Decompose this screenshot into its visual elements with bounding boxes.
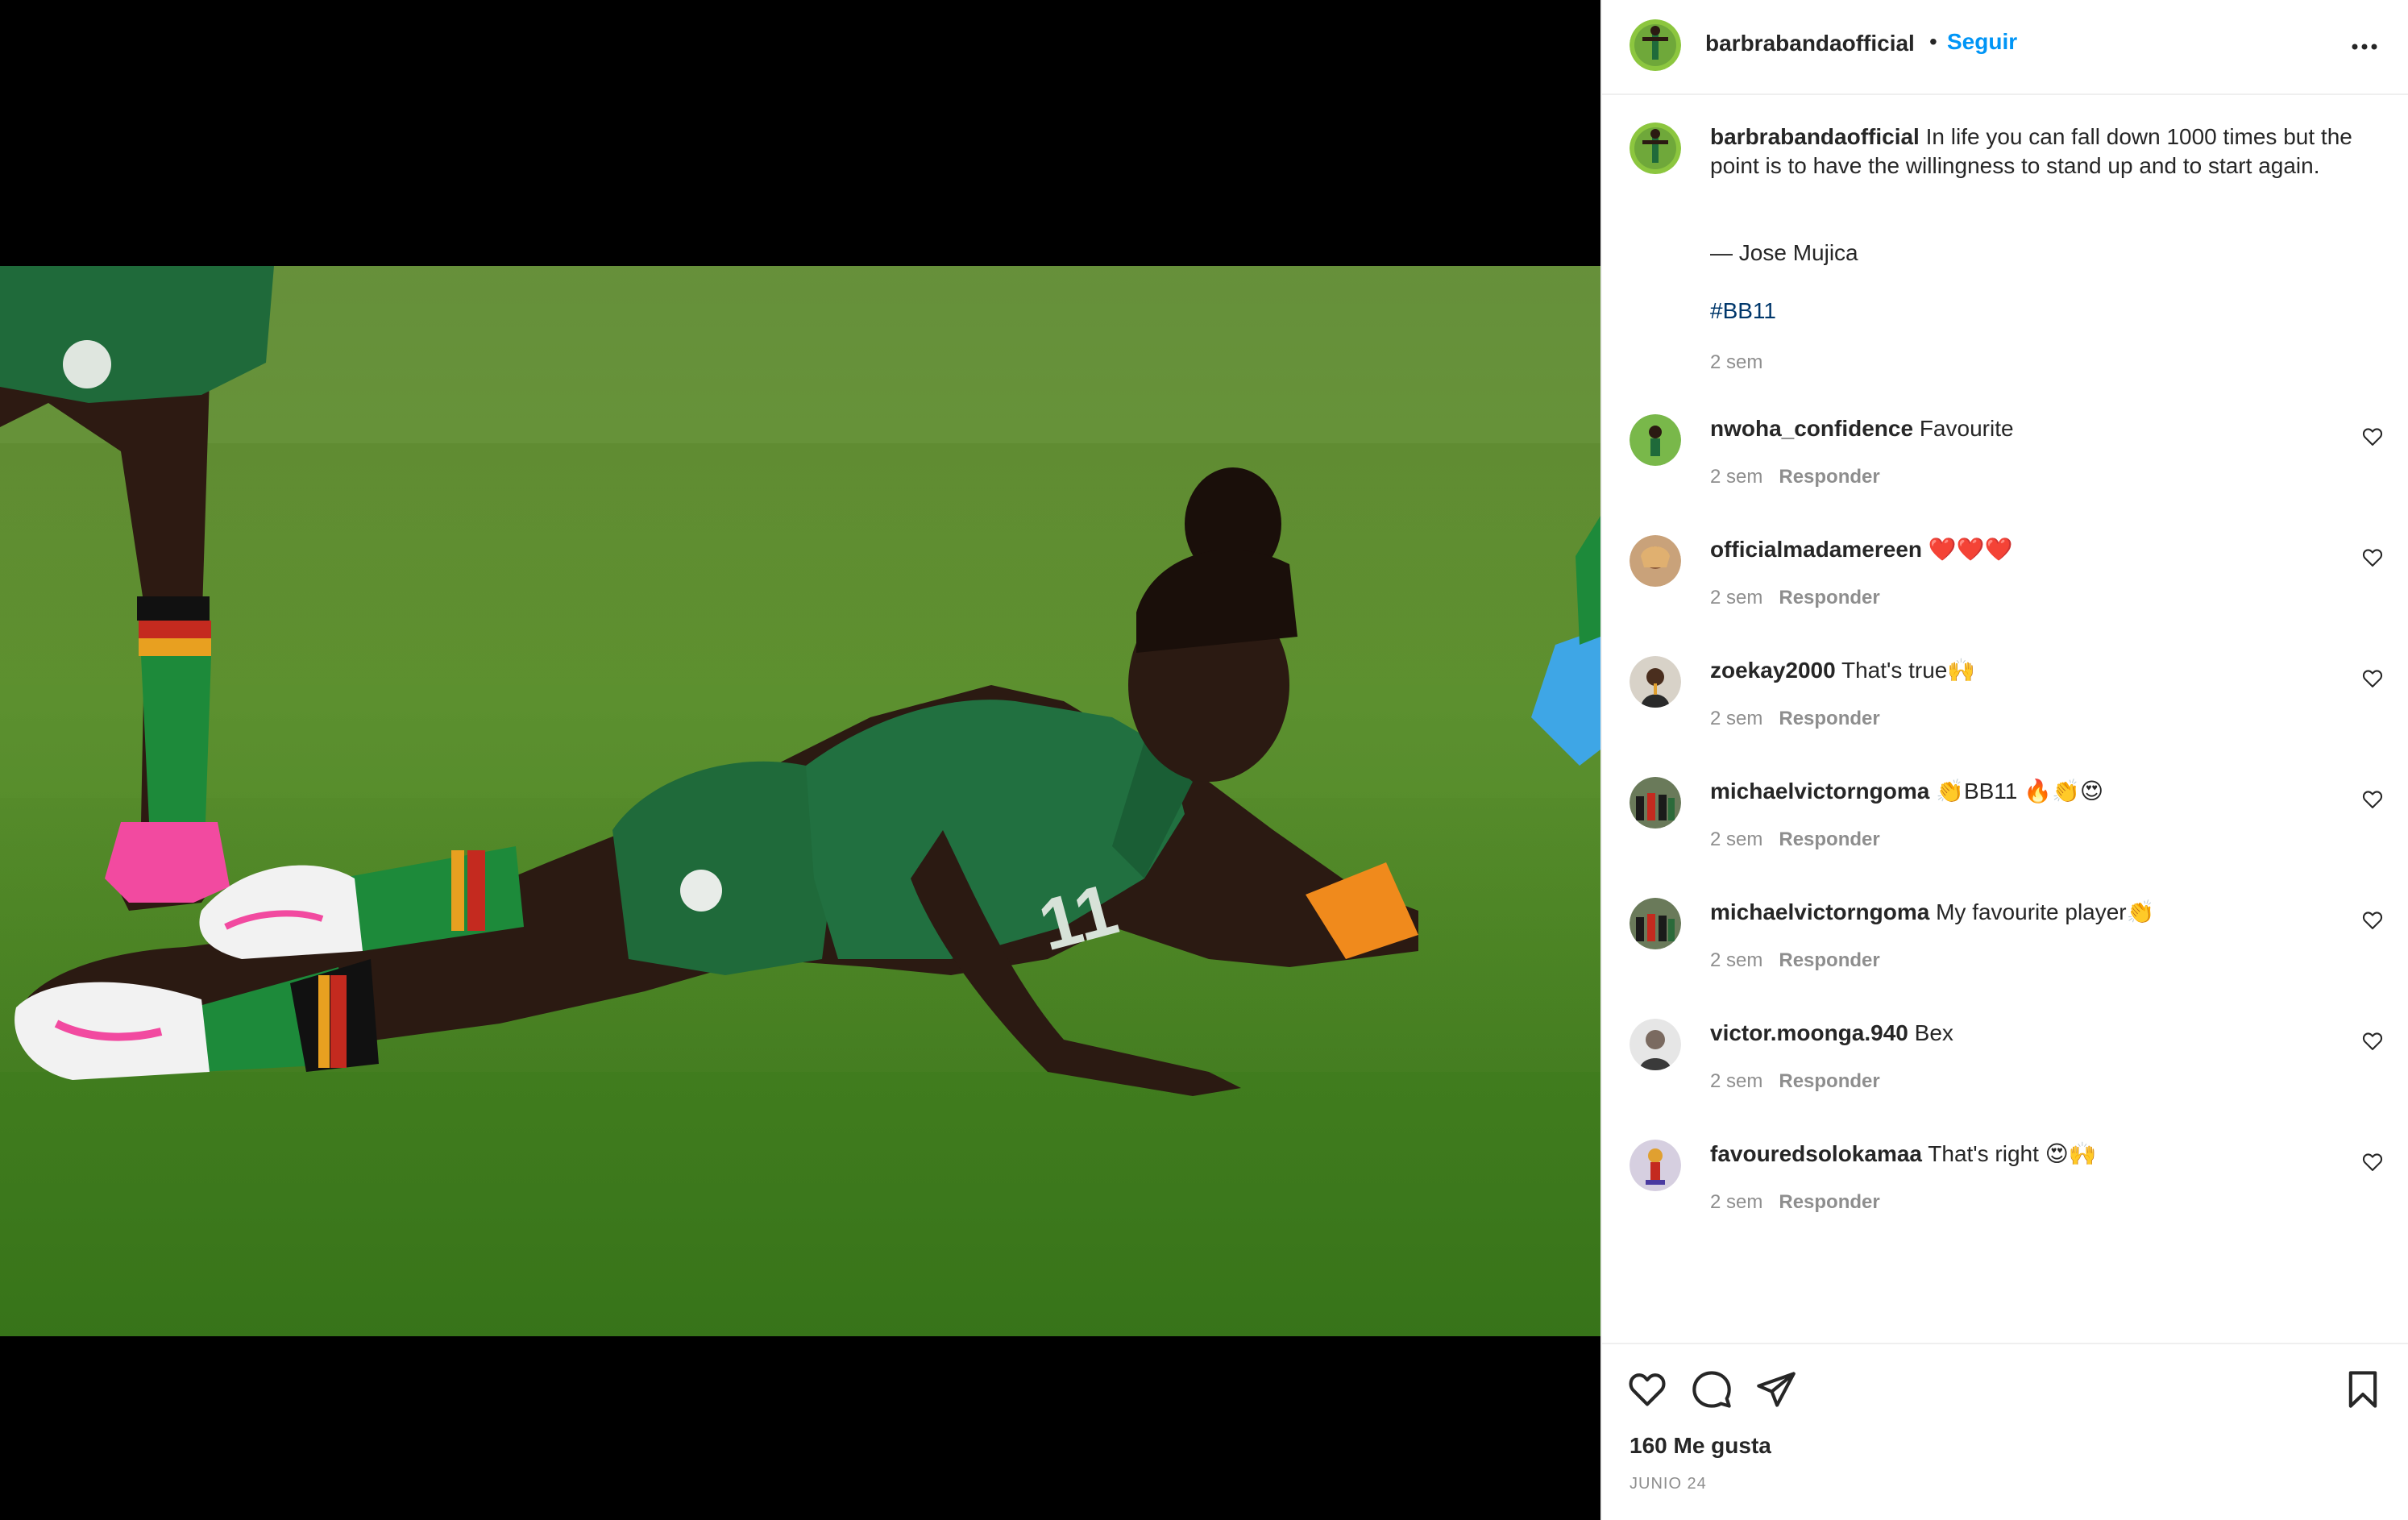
comment-text: Bex	[1914, 1020, 1953, 1045]
comment-item: officialmadamereen ❤️❤️❤️ 2 sem Responder	[1602, 535, 2408, 632]
comment-item: nwoha_confidence Favourite 2 sem Responde…	[1602, 414, 2408, 511]
caption-text-block: barbrabandaofficial In life you can fall…	[1710, 123, 2363, 181]
comment-text: 👏BB11 🔥👏😍	[1936, 779, 2104, 804]
commenter-avatar[interactable]	[1630, 656, 1681, 708]
comment-like-heart-icon[interactable]	[2361, 1151, 2384, 1173]
reply-button[interactable]: Responder	[1779, 829, 1879, 850]
caption-author-avatar[interactable]	[1630, 123, 1681, 174]
heart-icon[interactable]	[1626, 1368, 1668, 1410]
post-caption: barbrabandaofficial In life you can fall…	[1602, 123, 2408, 397]
comment-text: That's true🙌	[1841, 658, 1976, 683]
comment-meta: 2 sem Responder	[1710, 708, 1880, 730]
reply-button[interactable]: Responder	[1779, 1191, 1879, 1213]
comment-meta: 2 sem Responder	[1710, 587, 1880, 609]
comment-time: 2 sem	[1710, 949, 1763, 971]
comment-text-block: nwoha_confidence Favourite	[1710, 414, 2363, 443]
comment-text: ❤️❤️❤️	[1928, 537, 2013, 562]
author-avatar[interactable]	[1630, 19, 1681, 71]
comment-item: michaelvictorngoma 👏BB11 🔥👏😍 2 sem Respon…	[1602, 777, 2408, 874]
commenter-avatar[interactable]	[1630, 414, 1681, 466]
follow-button[interactable]: Seguir	[1947, 29, 2017, 55]
post-photo[interactable]: 11	[0, 266, 1600, 1336]
comment-username[interactable]: nwoha_confidence	[1710, 416, 1913, 441]
commenter-avatar[interactable]	[1630, 898, 1681, 949]
commenter-avatar[interactable]	[1630, 1019, 1681, 1070]
comment-time: 2 sem	[1710, 829, 1763, 850]
comment-username[interactable]: officialmadamereen	[1710, 537, 1922, 562]
comment-text: My favourite player👏	[1936, 899, 2155, 924]
comment-username[interactable]: zoekay2000	[1710, 658, 1836, 683]
comment-item: victor.moonga.940 Bex 2 sem Responder	[1602, 1019, 2408, 1115]
separator-dot: •	[1929, 29, 1937, 54]
likes-count[interactable]: 160 Me gusta	[1630, 1433, 1771, 1459]
commenter-avatar[interactable]	[1630, 1140, 1681, 1191]
reply-button[interactable]: Responder	[1779, 1070, 1879, 1092]
comment-text: Favourite	[1919, 416, 2014, 441]
reply-button[interactable]: Responder	[1779, 949, 1879, 971]
comment-meta: 2 sem Responder	[1710, 466, 1880, 488]
bookmark-icon[interactable]	[2342, 1368, 2384, 1410]
comment-meta: 2 sem Responder	[1710, 829, 1880, 851]
media-panel: 11	[0, 0, 1600, 1520]
comment-item: michaelvictorngoma My favourite player👏 …	[1602, 898, 2408, 995]
share-icon[interactable]	[1755, 1368, 1797, 1410]
comment-icon[interactable]	[1691, 1368, 1733, 1410]
caption-quote-author: — Jose Mujica	[1710, 240, 1858, 265]
comment-time: 2 sem	[1710, 1070, 1763, 1092]
comment-like-heart-icon[interactable]	[2361, 546, 2384, 569]
comment-text-block: zoekay2000 That's true🙌	[1710, 656, 2363, 685]
comment-meta: 2 sem Responder	[1710, 1070, 1880, 1093]
reply-button[interactable]: Responder	[1779, 708, 1879, 729]
more-options-icon[interactable]	[2348, 31, 2381, 63]
player-illustration: 11	[0, 266, 1600, 1336]
post-header: barbrabandaofficial • Seguir	[1602, 0, 2408, 95]
comment-like-heart-icon[interactable]	[2361, 667, 2384, 690]
comment-username[interactable]: favouredsolokamaa	[1710, 1141, 1922, 1166]
comments-list[interactable]: barbrabandaofficial In life you can fall…	[1602, 95, 2408, 1343]
author-username[interactable]: barbrabandaofficial	[1705, 31, 1915, 56]
comment-meta: 2 sem Responder	[1710, 1191, 1880, 1214]
caption-time: 2 sem	[1710, 351, 1763, 373]
comment-username[interactable]: michaelvictorngoma	[1710, 779, 1929, 804]
comment-username[interactable]: michaelvictorngoma	[1710, 899, 1929, 924]
comment-item: favouredsolokamaa That's right 😍🙌 2 sem R…	[1602, 1140, 2408, 1236]
comment-like-heart-icon[interactable]	[2361, 788, 2384, 811]
comment-like-heart-icon[interactable]	[2361, 909, 2384, 932]
comment-time: 2 sem	[1710, 708, 1763, 729]
comment-text: That's right 😍🙌	[1928, 1141, 2097, 1166]
comment-text-block: officialmadamereen ❤️❤️❤️	[1710, 535, 2363, 564]
reply-button[interactable]: Responder	[1779, 466, 1879, 488]
comment-like-heart-icon[interactable]	[2361, 426, 2384, 448]
comment-username[interactable]: victor.moonga.940	[1710, 1020, 1908, 1045]
post-actions-footer: 160 Me gusta JUNIO 24	[1602, 1343, 2408, 1520]
post-viewer: 11 barbrabandaofficial • Seguir barbraba…	[0, 0, 2408, 1520]
comment-text-block: victor.moonga.940 Bex	[1710, 1019, 2363, 1048]
comment-text-block: michaelvictorngoma My favourite player👏	[1710, 898, 2363, 927]
commenter-avatar[interactable]	[1630, 777, 1681, 829]
comment-item: zoekay2000 That's true🙌 2 sem Responder	[1602, 656, 2408, 753]
comment-time: 2 sem	[1710, 466, 1763, 488]
comment-time: 2 sem	[1710, 587, 1763, 608]
comments-panel: barbrabandaofficial • Seguir barbrabanda…	[1600, 0, 2408, 1520]
comment-text-block: favouredsolokamaa That's right 😍🙌	[1710, 1140, 2363, 1169]
commenter-avatar[interactable]	[1630, 535, 1681, 587]
caption-hashtag[interactable]: #BB11	[1710, 297, 2363, 326]
post-date: JUNIO 24	[1630, 1475, 1707, 1493]
comment-text-block: michaelvictorngoma 👏BB11 🔥👏😍	[1710, 777, 2363, 806]
comment-meta: 2 sem Responder	[1710, 949, 1880, 972]
caption-username[interactable]: barbrabandaofficial	[1710, 124, 1920, 149]
comment-like-heart-icon[interactable]	[2361, 1030, 2384, 1053]
reply-button[interactable]: Responder	[1779, 587, 1879, 608]
comment-time: 2 sem	[1710, 1191, 1763, 1213]
